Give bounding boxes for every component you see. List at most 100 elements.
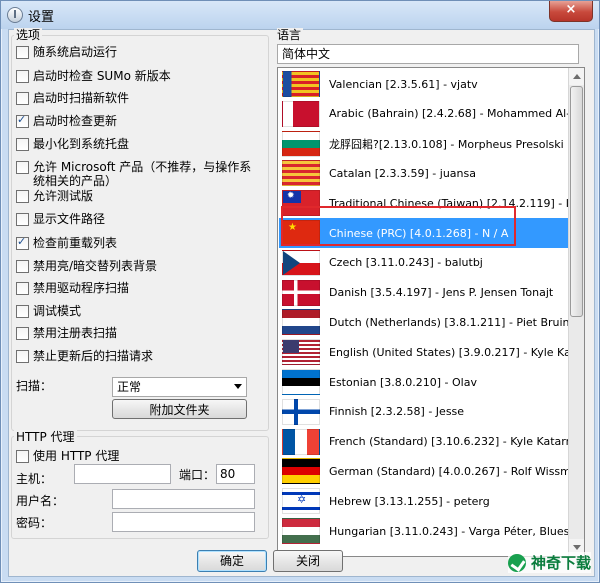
option-checkbox-12[interactable]: 调试模式 (16, 304, 81, 318)
checkbox-box[interactable] (16, 350, 29, 363)
option-checkbox-7[interactable]: 允许测试版 (16, 189, 93, 203)
option-checkbox-8[interactable]: 显示文件路径 (16, 212, 105, 226)
language-item-label: Finnish [2.3.2.58] - Jesse (329, 405, 465, 419)
checkbox-box[interactable] (16, 46, 29, 59)
settings-content: 选项 随系统启动运行启动时检查 SUMo 新版本启动时扫描新软件启动时检查更新最… (8, 28, 595, 577)
option-checkbox-13[interactable]: 禁用注册表扫描 (16, 326, 117, 340)
option-checkbox-5[interactable]: 最小化到系统托盘 (16, 137, 129, 151)
taiwan-sun-icon: ✹ (287, 191, 295, 202)
scan-mode-select[interactable]: 正常 (112, 377, 247, 397)
checkbox-box[interactable] (16, 113, 29, 128)
option-checkbox-10[interactable]: 禁用亮/暗交替列表背景 (16, 259, 157, 273)
language-item-catalan[interactable]: Catalan [2.3.3.59] - juansa (279, 158, 568, 188)
language-item-label: Czech [3.11.0.243] - balutbj (329, 256, 483, 270)
option-checkbox-3[interactable]: 启动时扫描新软件 (16, 91, 129, 105)
option-checkbox-6[interactable]: 允许 Microsoft 产品（不推荐，与操作系统相关的产品） (16, 160, 254, 188)
czech-flag-triangle-icon (283, 250, 300, 275)
checkbox-box[interactable] (16, 213, 29, 226)
option-label: 显示文件路径 (33, 212, 106, 226)
checkbox-box[interactable] (16, 260, 29, 273)
scan-label: 扫描： (16, 379, 53, 393)
language-item-hungary[interactable]: Hungarian [3.11.0.243] - Varga Péter, Bl… (279, 516, 568, 546)
finland-flag-icon (282, 398, 320, 425)
option-label: 允许测试版 (33, 189, 94, 203)
option-label: 禁用亮/暗交替列表背景 (33, 259, 158, 273)
watermark-logo-icon (507, 553, 526, 572)
language-item-label: French (Standard) [3.10.6.232] - Kyle Ka… (329, 435, 568, 449)
scroll-up-icon[interactable] (569, 68, 584, 85)
hungary-flag-icon (282, 518, 320, 544)
port-field[interactable]: 80 (216, 464, 255, 484)
option-checkbox-1[interactable]: 随系统启动运行 (16, 45, 117, 59)
language-item-label: Danish [3.5.4.197] - Jens P. Jensen Tona… (329, 286, 554, 300)
language-item-label: Catalan [2.3.3.59] - juansa (329, 166, 476, 180)
language-item-netherlands[interactable]: Dutch (Netherlands) [3.8.1.211] - Piet B… (279, 307, 568, 337)
checkbox-box[interactable] (16, 190, 29, 203)
password-field[interactable] (112, 512, 255, 532)
checkbox-box[interactable] (16, 92, 29, 105)
language-item-label: German (Standard) [4.0.0.267] - Rolf Wis… (329, 464, 568, 478)
option-checkbox-11[interactable]: 禁用驱动程序扫描 (16, 281, 129, 295)
close-button[interactable]: 关闭 (273, 550, 343, 572)
username-label: 用户名： (16, 494, 65, 508)
language-item-valencian[interactable]: Valencian [2.3.5.61] - vjatv (279, 69, 568, 99)
language-item-usa[interactable]: English (United States) [3.9.0.217] - Ky… (279, 337, 568, 367)
language-item-label: Chinese (PRC) [4.0.1.268] - N / A (329, 226, 509, 240)
username-field[interactable] (112, 489, 255, 509)
language-item-label: Traditional Chinese (Taiwan) [2.14.2.119… (329, 196, 568, 210)
checkbox-box[interactable] (16, 70, 29, 83)
use-http-proxy-checkbox[interactable]: 使用 HTTP 代理 (16, 449, 119, 463)
use-http-proxy-checkbox-box[interactable] (16, 450, 29, 463)
window-close-button[interactable]: × (549, 1, 593, 22)
option-label: 禁用注册表扫描 (33, 326, 118, 340)
option-checkbox-4[interactable]: 启动时检查更新 (16, 113, 117, 128)
title-bar[interactable]: 设置 × (1, 1, 599, 29)
language-item-israel[interactable]: ✡ Hebrew [3.13.1.255] - peterg (279, 486, 568, 516)
language-list[interactable]: Valencian [2.3.5.61] - vjatv Arabic (Bahr… (277, 67, 585, 557)
option-checkbox-2[interactable]: 启动时检查 SUMo 新版本 (16, 69, 171, 83)
china-flag-star-icon: ★ (288, 222, 297, 233)
language-item-finland[interactable]: Finnish [2.3.2.58] - Jesse (279, 397, 568, 427)
netherlands-flag-icon (282, 309, 320, 336)
china-flag-icon: ★ (282, 220, 320, 246)
language-item-bahrain[interactable]: Arabic (Bahrain) [2.4.2.68] - Mohammed A… (279, 99, 568, 129)
option-checkbox-9[interactable]: 检查前重载列表 (16, 235, 117, 250)
option-label: 允许 Microsoft 产品（不推荐，与操作系统相关的产品） (33, 160, 252, 188)
language-list-items: Valencian [2.3.5.61] - vjatv Arabic (Bahr… (279, 68, 568, 556)
language-item-czech[interactable]: Czech [3.11.0.243] - balutbj (279, 248, 568, 278)
language-item-germany[interactable]: German (Standard) [4.0.0.267] - Rolf Wis… (279, 456, 568, 486)
checkbox-box[interactable] (16, 235, 29, 250)
checkbox-box[interactable] (16, 282, 29, 295)
host-field[interactable] (74, 464, 171, 484)
option-checkbox-14[interactable]: 禁止更新后的扫描请求 (16, 349, 153, 363)
language-item-denmark[interactable]: Danish [3.5.4.197] - Jens P. Jensen Tona… (279, 278, 568, 308)
language-item-france[interactable]: French (Standard) [3.10.6.232] - Kyle Ka… (279, 427, 568, 457)
password-label: 密码： (16, 516, 53, 530)
checkbox-box[interactable] (16, 138, 29, 151)
language-item-bulgarian-shield[interactable]: 龙脬囧耜?[2.13.0.108] - Morpheus Presolski (279, 129, 568, 159)
option-label: 随系统启动运行 (33, 45, 118, 59)
language-item-label: Valencian [2.3.5.61] - vjatv (329, 77, 478, 91)
language-item-taiwan[interactable]: ✹ Traditional Chinese (Taiwan) [2.14.2.11… (279, 188, 568, 218)
settings-app-icon (7, 7, 23, 23)
checkbox-box[interactable] (16, 161, 29, 174)
czech-flag-icon (282, 249, 320, 276)
language-item-china[interactable]: ★ Chinese (PRC) [4.0.1.268] - N / A (279, 218, 568, 248)
star-of-david-icon: ✡ (297, 493, 307, 507)
watermark-text: 神奇下载 (530, 554, 591, 572)
scroll-thumb[interactable] (570, 86, 583, 317)
taiwan-flag-icon: ✹ (282, 190, 320, 217)
language-current-select[interactable]: 简体中文 (277, 44, 579, 64)
checkbox-box[interactable] (16, 327, 29, 340)
language-item-label: Hebrew [3.13.1.255] - peterg (329, 494, 490, 508)
checkbox-box[interactable] (16, 305, 29, 318)
language-item-label: Estonian [3.8.0.210] - Olav (329, 375, 477, 389)
options-group-title: 选项 (14, 28, 43, 42)
ok-button[interactable]: 确定 (197, 550, 267, 572)
language-item-label: 龙脬囧耜?[2.13.0.108] - Morpheus Presolski (329, 137, 564, 151)
attach-folder-button[interactable]: 附加文件夹 (112, 399, 247, 419)
language-list-scrollbar[interactable] (568, 68, 584, 556)
bulgarian-shield-flag-icon (282, 130, 320, 157)
language-item-estonia[interactable]: Estonian [3.8.0.210] - Olav (279, 367, 568, 397)
option-label: 启动时扫描新软件 (33, 91, 130, 105)
